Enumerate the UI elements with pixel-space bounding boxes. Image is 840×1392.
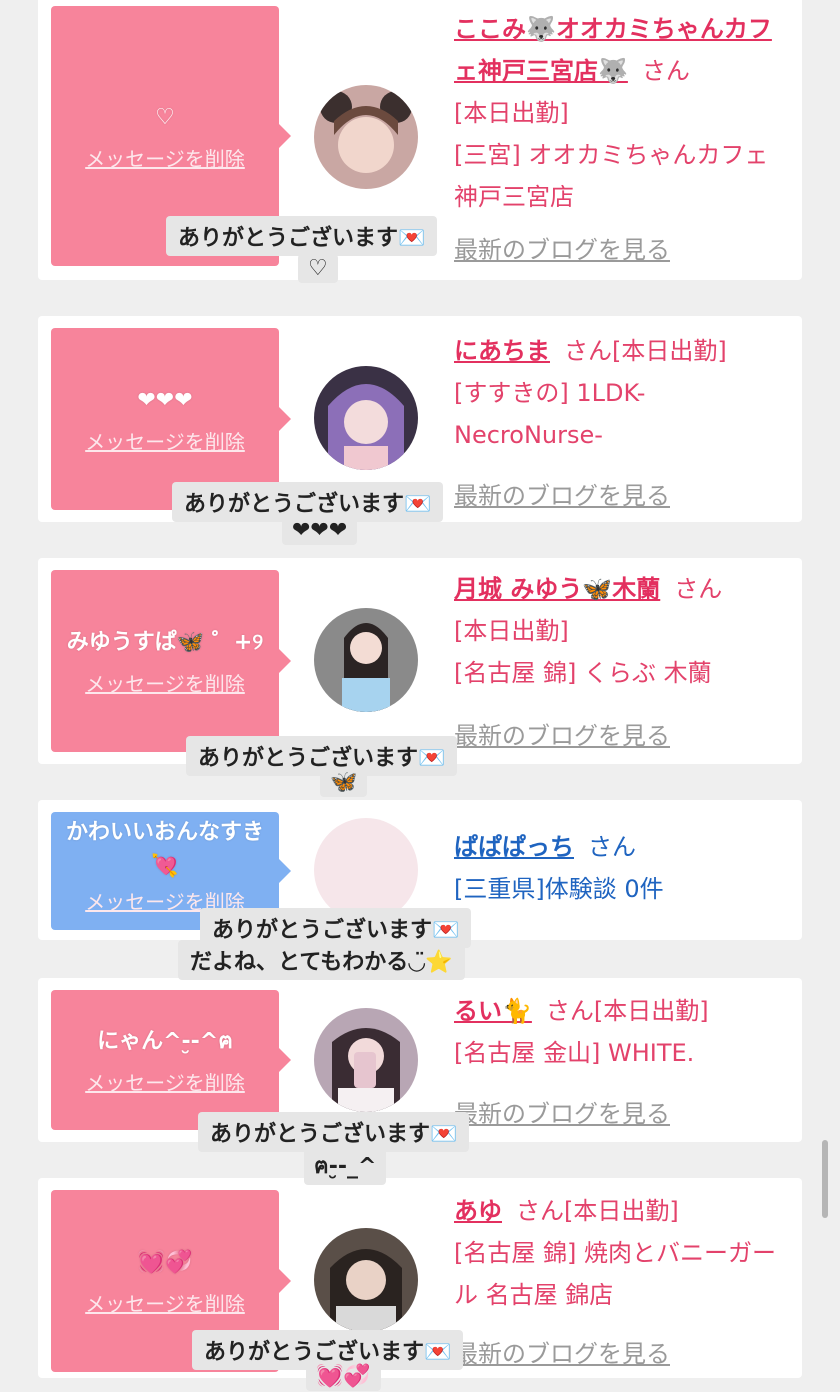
avatar-photo — [314, 608, 418, 712]
cast-info: にあちま さん[本日出勤] [すすきの] 1LDK-NecroNurse- — [454, 330, 789, 456]
avatar-photo — [314, 366, 418, 470]
honorific: さん — [641, 57, 690, 85]
caption-line: 💓💞 — [306, 1362, 381, 1391]
caption-line: ありがとうございます💌 — [166, 216, 438, 256]
blog-link[interactable]: 最新のブログを見る — [454, 476, 670, 511]
cast-name-link[interactable]: ぱぱぱっち — [454, 833, 574, 861]
review-count: [三重県]体験談 0件 — [454, 875, 664, 903]
cast-name-link[interactable]: あゆ — [454, 1197, 502, 1225]
blog-link[interactable]: 最新のブログを見る — [454, 716, 670, 751]
favorite-card: みゆうすぱ🦋 ゜+୨ メッセージを削除 月城 みゆう🦋木蘭 さん [本日出勤] [… — [38, 558, 802, 764]
shop-info: [名古屋 金山] WHITE. — [454, 1039, 695, 1067]
caption-line: 🦋 — [320, 768, 368, 797]
message-text: ❤❤❤ — [137, 387, 193, 413]
attendance-status: [本日出勤] — [454, 99, 569, 127]
shop-info: [名古屋 錦] くらぶ 木蘭 — [454, 659, 712, 687]
avatar[interactable] — [314, 608, 418, 712]
avatar[interactable] — [314, 85, 418, 189]
cast-name-link[interactable]: 月城 みゆう🦋木蘭 — [454, 575, 660, 603]
caption-line: ♡ — [298, 254, 338, 283]
caption-line: だよね、とてもわかる◡̈⭐ — [178, 940, 465, 980]
avatar[interactable] — [314, 366, 418, 470]
attendance-status: [本日出勤] — [564, 1197, 679, 1225]
message-text: みゆうすぱ🦋 ゜+୨ — [66, 629, 264, 655]
message-text: かわいいおんなすき💘 — [65, 820, 264, 879]
avatar-photo — [314, 1008, 418, 1112]
caption-line: ฅ-̮-_^ — [304, 1146, 387, 1185]
honorific: さん — [516, 1197, 564, 1225]
cast-info: ここみ🐺オオカミちゃんカフェ神戸三宮店🐺 さん [本日出勤] [三宮] オオカミち… — [454, 8, 789, 218]
attendance-status: [本日出勤] — [454, 617, 569, 645]
delete-message-link[interactable]: メッセージを削除 — [85, 1288, 245, 1317]
avatar-photo — [314, 85, 418, 189]
cast-name-link[interactable]: にあちま — [454, 337, 550, 365]
delete-message-link[interactable]: メッセージを削除 — [85, 143, 245, 172]
shop-info: [名古屋 錦] 焼肉とバニーガール 名古屋 錦店 — [454, 1239, 776, 1309]
avatar[interactable] — [314, 818, 418, 922]
shop-info: [三宮] オオカミちゃんカフェ神戸三宮店 — [454, 141, 769, 211]
avatar[interactable] — [314, 1008, 418, 1112]
message-text: にゃん^-̮-^ฅ — [97, 1028, 233, 1054]
blog-link[interactable]: 最新のブログを見る — [454, 1334, 670, 1369]
message-bubble: にゃん^-̮-^ฅ メッセージを削除 — [51, 990, 291, 1130]
attendance-status: [本日出勤] — [612, 337, 727, 365]
delete-message-link[interactable]: メッセージを削除 — [85, 668, 245, 697]
cast-info: ぱぱぱっち さん [三重県]体験談 0件 — [454, 826, 789, 910]
blog-link[interactable]: 最新のブログを見る — [454, 1094, 670, 1129]
attendance-status: [本日出勤] — [593, 997, 709, 1025]
cast-name-link[interactable]: ここみ🐺オオカミちゃんカフェ神戸三宮店🐺 — [454, 15, 772, 85]
blog-link[interactable]: 最新のブログを見る — [454, 230, 670, 265]
delete-message-link[interactable]: メッセージを削除 — [85, 1067, 245, 1096]
honorific: さん — [545, 997, 594, 1025]
delete-message-link[interactable]: メッセージを削除 — [85, 426, 245, 455]
scrollbar[interactable] — [822, 1140, 828, 1218]
avatar-photo — [314, 1228, 418, 1332]
cast-info: あゆ さん[本日出勤] [名古屋 錦] 焼肉とバニーガール 名古屋 錦店 — [454, 1190, 789, 1316]
honorific: さん — [674, 575, 723, 603]
cast-info: 月城 みゆう🦋木蘭 さん [本日出勤] [名古屋 錦] くらぶ 木蘭 — [454, 568, 789, 694]
avatar[interactable] — [314, 1228, 418, 1332]
caption-line: ❤❤❤ — [282, 516, 358, 545]
message-text: ♡ — [155, 104, 175, 130]
honorific: さん — [588, 833, 636, 861]
cast-name-link[interactable]: るい🐈 — [454, 997, 532, 1025]
honorific: さん — [564, 337, 612, 365]
message-text: 💓💞 — [137, 1249, 193, 1275]
message-bubble: みゆうすぱ🦋 ゜+୨ メッセージを削除 — [51, 570, 291, 752]
shop-info: [すすきの] 1LDK-NecroNurse- — [454, 379, 646, 449]
cast-info: るい🐈 さん[本日出勤] [名古屋 金山] WHITE. — [454, 990, 789, 1074]
